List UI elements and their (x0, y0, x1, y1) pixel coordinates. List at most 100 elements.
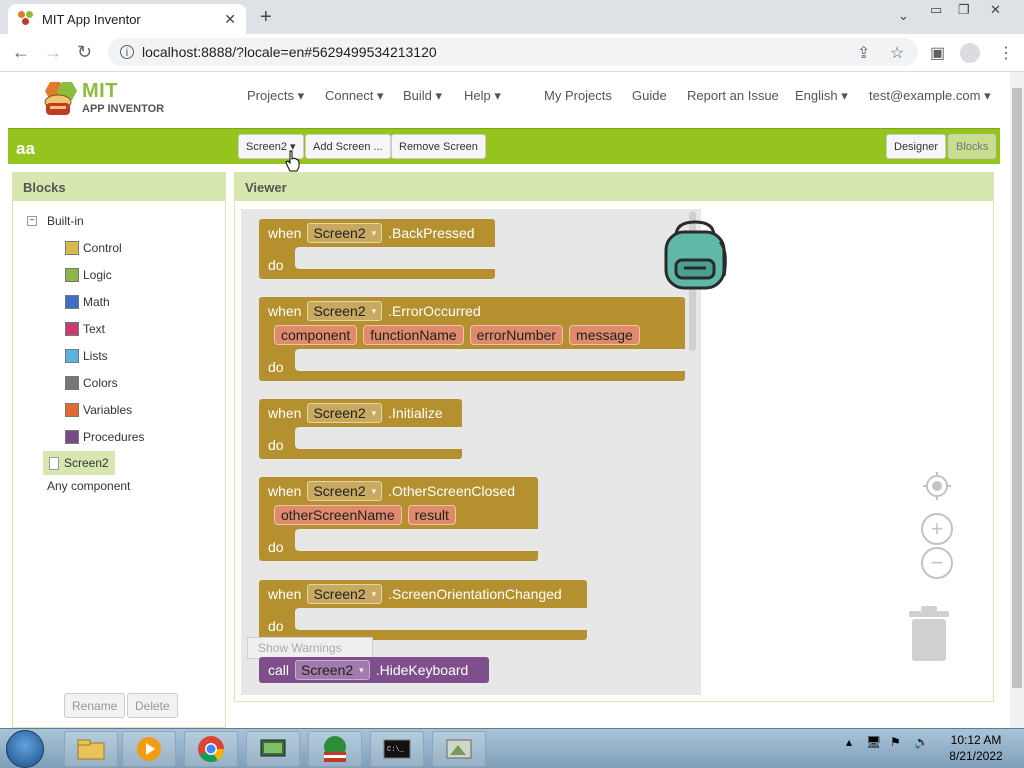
show-hidden-icons-icon[interactable]: ▴ (846, 735, 852, 749)
zoom-out-icon[interactable]: − (921, 547, 953, 579)
mit-app-inventor-logo[interactable]: MIT APP INVENTOR (36, 76, 166, 124)
drawer-procedures[interactable]: Procedures (65, 429, 144, 445)
drawer-text[interactable]: Text (65, 321, 105, 337)
param-otherscreenname[interactable]: otherScreenName (274, 505, 402, 525)
param-functionname[interactable]: functionName (363, 325, 464, 345)
param-errornumber[interactable]: errorNumber (469, 325, 564, 345)
param-result[interactable]: result (407, 505, 456, 525)
new-tab-icon[interactable]: + (260, 6, 272, 29)
drawer-label: Control (83, 241, 122, 255)
add-screen-button[interactable]: Add Screen ... (305, 134, 391, 159)
trash-can-icon[interactable] (907, 604, 951, 662)
taskbar-clock[interactable]: 10:12 AM 8/21/2022 (946, 732, 1006, 764)
event-block-backpressed[interactable]: when Screen2 ▾ .BackPressed do (259, 219, 495, 279)
drawer-logic[interactable]: Logic (65, 267, 112, 283)
menu-help[interactable]: Help ▾ (464, 88, 501, 104)
tray-device-icon[interactable]: 🖥 (866, 735, 881, 749)
any-component-group[interactable]: Any component (47, 479, 130, 493)
address-bar[interactable]: i localhost:8888/?locale=en#562949953421… (108, 38, 918, 66)
builtin-group[interactable]: Built-in (47, 214, 84, 228)
close-window-icon[interactable]: ✕ (990, 2, 1001, 18)
profile-avatar-icon[interactable] (960, 43, 980, 63)
component-dropdown[interactable]: Screen2 ▾ (307, 223, 383, 243)
page-scrollbar-thumb[interactable] (1012, 88, 1022, 688)
link-report-issue[interactable]: Report an Issue (687, 88, 779, 103)
math-swatch-icon (65, 295, 79, 309)
viewer-title: Viewer (235, 173, 993, 201)
event-name: .ScreenOrientationChanged (388, 586, 562, 602)
component-dropdown[interactable]: Screen2 ▾ (295, 660, 370, 680)
reload-icon[interactable]: ↻ (77, 42, 92, 63)
link-guide[interactable]: Guide (632, 88, 667, 103)
blocks-button[interactable]: Blocks (948, 134, 997, 159)
component-dropdown[interactable]: Screen2 ▾ (307, 301, 383, 321)
emulator-icon[interactable] (432, 731, 486, 767)
backpack-icon[interactable] (662, 220, 728, 290)
menu-connect[interactable]: Connect ▾ (325, 88, 384, 104)
bookmark-star-icon[interactable]: ☆ (890, 43, 904, 63)
windows-taskbar: C:\_ ▴ 🖥 ⚑ 🔊 10:12 AM 8/21/2022 (0, 728, 1024, 768)
menu-projects[interactable]: Projects ▾ (247, 88, 304, 104)
menu-language[interactable]: English ▾ (795, 88, 848, 104)
blocks-workspace[interactable]: when Screen2 ▾ .BackPressed do when Scree… (241, 209, 701, 695)
drawer-control[interactable]: Control (65, 240, 122, 256)
when-label: when (268, 303, 302, 319)
back-icon[interactable]: ← (12, 42, 30, 63)
event-block-otherscreenclosed[interactable]: when Screen2 ▾ .OtherScreenClosed otherSc… (259, 477, 538, 561)
tray-volume-icon[interactable]: 🔊 (914, 735, 929, 749)
browser-tab[interactable]: MIT App Inventor ✕ (8, 4, 246, 34)
app-inventor-taskbar-icon[interactable] (308, 731, 362, 767)
variables-swatch-icon (65, 403, 79, 417)
event-block-erroroccurred[interactable]: when Screen2 ▾ .ErrorOccurred component f… (259, 297, 687, 381)
chrome-icon[interactable] (184, 731, 238, 767)
page-scrollbar[interactable] (1010, 72, 1024, 728)
param-component[interactable]: component (274, 325, 358, 345)
remove-screen-button[interactable]: Remove Screen (391, 134, 486, 159)
delete-button[interactable]: Delete (127, 693, 178, 718)
browser-menu-icon[interactable]: ⋮ (998, 43, 1014, 63)
site-info-icon[interactable]: i (120, 45, 134, 59)
component-screen2[interactable]: Screen2 (43, 451, 115, 475)
when-label: when (268, 483, 302, 499)
param-message[interactable]: message (569, 325, 640, 345)
designer-button[interactable]: Designer (886, 134, 947, 159)
drawer-math[interactable]: Math (65, 294, 110, 310)
center-workspace-icon[interactable] (921, 470, 953, 502)
menu-build[interactable]: Build ▾ (403, 88, 442, 104)
drawer-variables[interactable]: Variables (65, 402, 132, 418)
media-player-icon[interactable] (122, 731, 176, 767)
drawer-colors[interactable]: Colors (65, 375, 118, 391)
restore-icon[interactable]: ❐ (958, 2, 970, 18)
drawer-lists[interactable]: Lists (65, 348, 108, 364)
close-tab-icon[interactable]: ✕ (224, 11, 236, 28)
component-dropdown[interactable]: Screen2 ▾ (307, 584, 383, 604)
rename-button[interactable]: Rename (64, 693, 126, 718)
command-prompt-icon[interactable]: C:\_ (370, 731, 424, 767)
start-button-icon[interactable] (6, 730, 44, 768)
event-name: .ErrorOccurred (388, 303, 481, 319)
do-label: do (268, 539, 284, 555)
event-block-screenorientationchanged[interactable]: when Screen2 ▾ .ScreenOrientationChanged … (259, 580, 587, 640)
component-dropdown[interactable]: Screen2 ▾ (307, 403, 383, 423)
tab-search-icon[interactable]: ⌄ (898, 8, 909, 24)
zoom-in-icon[interactable]: + (921, 513, 953, 545)
colors-swatch-icon (65, 376, 79, 390)
component-dropdown[interactable]: Screen2 ▾ (307, 481, 383, 501)
file-explorer-icon[interactable] (64, 731, 118, 767)
event-block-initialize[interactable]: when Screen2 ▾ .Initialize do (259, 399, 462, 459)
logo-hex-icon (44, 82, 77, 115)
network-tool-icon[interactable] (246, 731, 300, 767)
minimize-icon[interactable]: ▭ (930, 2, 942, 18)
menu-account[interactable]: test@example.com ▾ (869, 88, 991, 104)
side-panel-icon[interactable]: ▣ (930, 43, 945, 63)
show-warnings-button[interactable]: Show Warnings (247, 637, 373, 659)
project-name: aa (16, 139, 35, 158)
forward-icon[interactable]: → (44, 42, 62, 63)
app-inventor-favicon (18, 11, 34, 27)
link-my-projects[interactable]: My Projects (544, 88, 612, 103)
tray-action-center-icon[interactable]: ⚑ (890, 735, 901, 749)
do-label: do (268, 257, 284, 273)
share-icon[interactable]: ⇪ (857, 43, 870, 63)
collapse-builtin-icon[interactable]: − (27, 216, 37, 226)
method-block-hidekeyboard[interactable]: call Screen2 ▾ .HideKeyboard (259, 657, 489, 683)
